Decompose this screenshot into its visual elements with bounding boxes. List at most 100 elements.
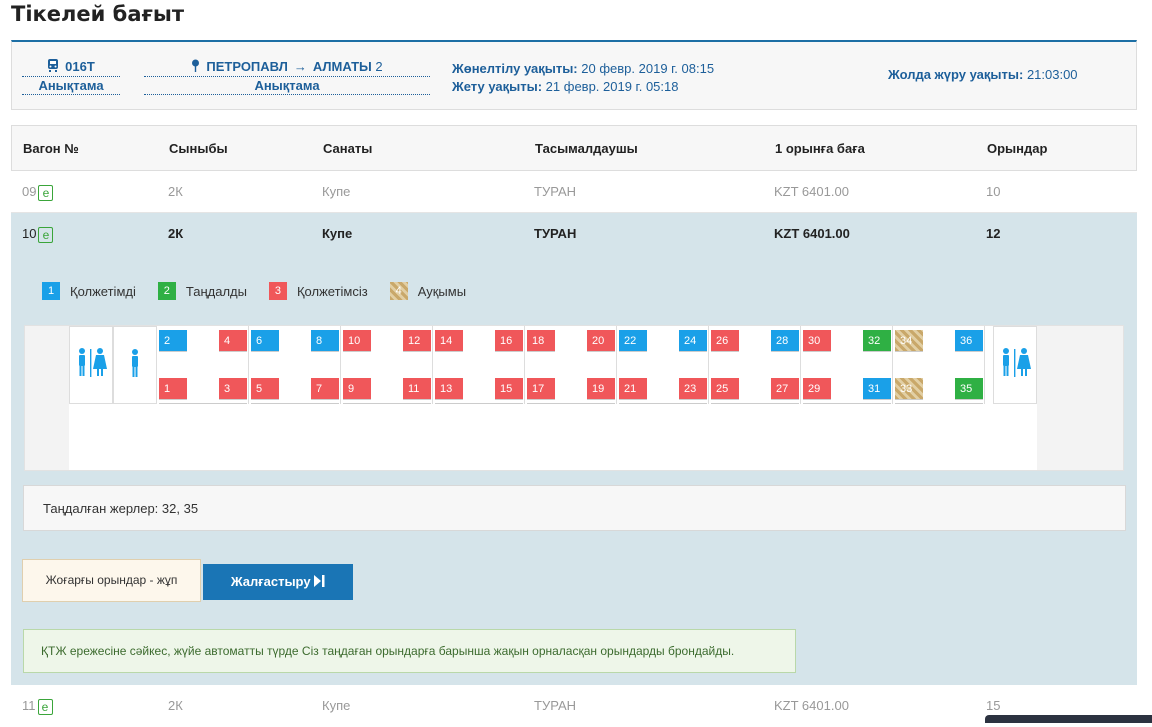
legend-available: 1 Қолжетімді	[42, 282, 136, 300]
seat-6[interactable]: 6	[251, 330, 279, 352]
seat-33[interactable]: 33	[895, 378, 923, 400]
seat-5: 5	[251, 378, 279, 400]
duration-value: 21:03:00	[1026, 67, 1078, 82]
seat-divider	[527, 403, 615, 404]
seat-27: 27	[771, 378, 799, 400]
header-carrier: Тасымалдаушы	[535, 141, 638, 156]
seat-divider	[343, 403, 431, 404]
seat-2[interactable]: 2	[159, 330, 187, 352]
route-reference-link[interactable]: Анықтама	[144, 76, 430, 95]
wagon-seats: 12	[986, 226, 1001, 241]
seat-35[interactable]: 35	[955, 378, 983, 400]
legend-range-label: Ауқымы	[417, 283, 467, 299]
table-row[interactable]: 11 e 2К Купе ТУРАН KZT 6401.00 15	[11, 685, 1137, 727]
table-row-selected[interactable]: 10 e 2К Купе ТУРАН KZT 6401.00 12	[11, 213, 1137, 255]
toilet-icon	[998, 347, 1032, 384]
seat-16: 16	[495, 330, 523, 352]
seat-10: 10	[343, 330, 371, 352]
e-ticket-badge: e	[37, 698, 53, 715]
seat-22[interactable]: 22	[619, 330, 647, 352]
wagon-category: Купе	[322, 698, 351, 713]
legend-available-swatch: 1	[42, 282, 60, 300]
seat-20: 20	[587, 330, 615, 352]
seat-9: 9	[343, 378, 371, 400]
toilet-left	[69, 326, 113, 404]
person-icon	[129, 348, 141, 383]
wagon-price: KZT 6401.00	[774, 226, 850, 241]
wagon-carrier: ТУРАН	[534, 226, 577, 241]
seat-17: 17	[527, 378, 555, 400]
coach-body: 1 2 3 4 5 6 7 8 9 10 11 12 13 14 15 16 17 18 19 20 21 22 23 24 2…	[69, 326, 1037, 470]
header-seats: Орындар	[987, 141, 1048, 156]
seat-14: 14	[435, 330, 463, 352]
map-pin-icon	[191, 59, 200, 75]
table-row[interactable]: 09 e 2К Купе ТУРАН KZT 6401.00 10	[11, 171, 1137, 213]
wagon-category: Купе	[322, 226, 353, 241]
seat-13: 13	[435, 378, 463, 400]
seat-8[interactable]: 8	[311, 330, 339, 352]
toilet-right	[993, 326, 1037, 404]
toilet-icon	[74, 347, 108, 384]
coach-map: 1 2 3 4 5 6 7 8 9 10 11 12 13 14 15 16 17 18 19 20 21 22 23 24 2…	[24, 325, 1124, 471]
seat-18: 18	[527, 330, 555, 352]
seat-36[interactable]: 36	[955, 330, 983, 352]
legend-range: 4 Ауқымы	[389, 282, 467, 300]
wagon-detail-panel: 1 Қолжетімді 2 Таңдалды 3 Қолжетімсіз 4 …	[11, 255, 1137, 685]
continue-button[interactable]: Жалғастыру	[203, 564, 353, 600]
seat-23: 23	[679, 378, 707, 400]
seat-25: 25	[711, 378, 739, 400]
seat-3: 3	[219, 378, 247, 400]
arrival-value: 21 февр. 2019 г. 05:18	[545, 79, 679, 94]
e-ticket-badge: e	[38, 184, 54, 201]
seat-31[interactable]: 31	[863, 378, 891, 400]
route-from: ПЕТРОПАВЛ	[206, 59, 288, 74]
seat-28[interactable]: 28	[771, 330, 799, 352]
seat-divider	[251, 403, 339, 404]
wagon-price: KZT 6401.00	[774, 698, 849, 713]
seat-21: 21	[619, 378, 647, 400]
route-to: АЛМАТЫ	[312, 59, 372, 74]
legend-selected-label: Таңдалды	[185, 283, 247, 299]
legend-available-label: Қолжетімді	[70, 283, 136, 299]
seat-divider	[159, 403, 247, 404]
header-price: 1 орынға баға	[775, 141, 865, 156]
upper-seats-even-button[interactable]: Жоғарғы орындар - жұп	[22, 559, 201, 602]
departure-value: 20 февр. 2019 г. 08:15	[581, 61, 715, 76]
seat-4: 4	[219, 330, 247, 352]
seat-29: 29	[803, 378, 831, 400]
attendant-room	[113, 326, 157, 404]
wagon-class: 2К	[168, 226, 184, 241]
bottom-overlay-bar	[985, 715, 1152, 723]
seat-32[interactable]: 32	[863, 330, 891, 352]
seat-7: 7	[311, 378, 339, 400]
train-icon	[47, 58, 59, 75]
seat-34[interactable]: 34	[895, 330, 923, 352]
legend-selected-swatch: 2	[157, 282, 176, 300]
departure-label: Жөнелтілу уақыты:	[452, 61, 578, 76]
wagon-seats: 10	[986, 184, 1001, 199]
train-reference-link[interactable]: Анықтама	[22, 76, 120, 95]
seat-15: 15	[495, 378, 523, 400]
legend-selected: 2 Таңдалды	[157, 282, 247, 300]
wagon-carrier: ТУРАН	[534, 184, 577, 199]
trip-info-panel: 016T Анықтама ПЕТРОПАВЛ → АЛМАТЫ 2 Анықт…	[11, 40, 1137, 110]
route-to-suffix: 2	[375, 59, 383, 74]
page-title: Тікелей бағыт	[11, 2, 185, 26]
arrow-right-icon: →	[293, 59, 307, 74]
seat-legend: 1 Қолжетімді 2 Таңдалды 3 Қолжетімсіз 4 …	[42, 282, 488, 300]
seat-24[interactable]: 24	[679, 330, 707, 352]
wagon-number: 11	[22, 698, 36, 713]
continue-label: Жалғастыру	[230, 574, 311, 589]
seat-19: 19	[587, 378, 615, 400]
legend-unavailable: 3 Қолжетімсіз	[268, 282, 368, 300]
route-block: ПЕТРОПАВЛ → АЛМАТЫ 2 Анықтама	[144, 58, 430, 95]
seat-1: 1	[159, 378, 187, 400]
seat-11: 11	[403, 378, 431, 400]
seat-divider	[803, 403, 891, 404]
trip-times: Жөнелтілу уақыты: 20 февр. 2019 г. 08:15…	[452, 60, 714, 96]
wagon-price: KZT 6401.00	[774, 184, 849, 199]
next-icon	[314, 574, 325, 589]
duration-label: Жолда жүру уақыты:	[888, 67, 1024, 82]
selected-seats-box: Таңдалған жерлер: 32, 35	[23, 485, 1126, 531]
trip-duration: Жолда жүру уақыты: 21:03:00	[888, 67, 1078, 82]
